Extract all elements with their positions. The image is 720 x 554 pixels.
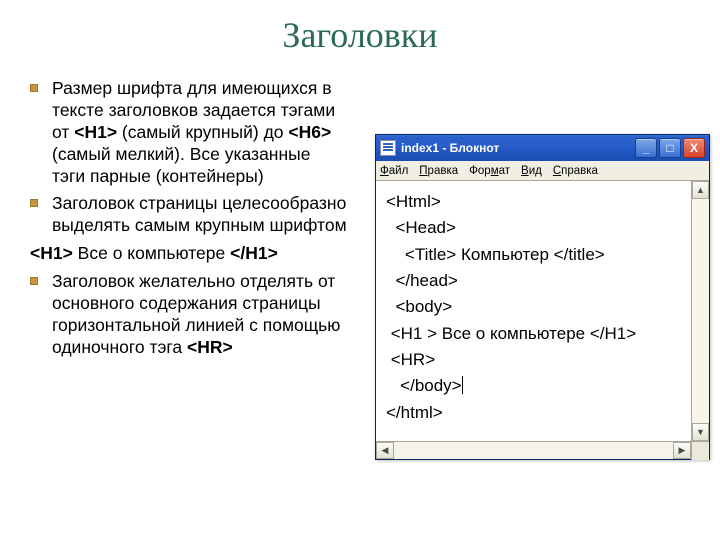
text-area[interactable]: <Html> <Head> <Title> Компьютер </title>… (376, 181, 691, 441)
scroll-track[interactable] (394, 442, 673, 459)
underline: Ф (380, 165, 389, 177)
bullet-list: Размер шрифта для имеющихся в тексте заг… (12, 78, 347, 365)
bullet-icon (30, 277, 38, 285)
window-title: index1 - Блокнот (401, 141, 499, 155)
bullet-icon (30, 199, 38, 207)
scroll-down-button[interactable]: ▼ (692, 423, 709, 441)
slide-title: Заголовки (0, 14, 720, 56)
bullet-text: Заголовок страницы целесообразно выделят… (52, 193, 347, 237)
scroll-up-button[interactable]: ▲ (692, 181, 709, 199)
menubar: Файл Правка Формат Вид Справка (376, 161, 709, 181)
text: (самый мелкий). Все указанные тэги парны… (52, 144, 310, 186)
bullet-icon (30, 84, 38, 92)
code-line: </html> (386, 403, 443, 422)
menu-help[interactable]: Справка (553, 165, 598, 177)
underline: С (553, 165, 561, 177)
code-line: <HR> (386, 350, 435, 369)
menu-label: равка (428, 165, 459, 177)
code-line: <Head> (386, 218, 456, 237)
menu-label: айл (389, 165, 409, 177)
list-item: Размер шрифта для имеющихся в тексте заг… (30, 78, 347, 187)
underline: В (521, 165, 529, 177)
code-line: <body> (386, 297, 452, 316)
scroll-right-button[interactable]: ▶ (673, 442, 691, 459)
menu-edit[interactable]: Правка (419, 165, 458, 177)
text: (самый крупный) до (117, 122, 288, 142)
window-buttons: _ □ X (635, 138, 705, 158)
tag-open: <H1> (30, 243, 73, 263)
underline: П (419, 165, 427, 177)
slide: Заголовки Размер шрифта для имеющихся в … (0, 14, 720, 554)
vertical-scrollbar[interactable]: ▲ ▼ (691, 181, 709, 441)
code-line: </head> (386, 271, 458, 290)
code-line: <Title> Компьютер </title> (386, 245, 605, 264)
titlebar[interactable]: index1 - Блокнот _ □ X (376, 135, 709, 161)
tag-hr: <HR> (187, 337, 233, 357)
maximize-button[interactable]: □ (659, 138, 681, 158)
minimize-button[interactable]: _ (635, 138, 657, 158)
code-line: <Html> (386, 192, 441, 211)
menu-format[interactable]: Формат (469, 165, 510, 177)
close-button[interactable]: X (683, 138, 705, 158)
editor-body: <Html> <Head> <Title> Компьютер </title>… (376, 181, 709, 441)
code-line: </body> (386, 376, 462, 395)
window-frame: index1 - Блокнот _ □ X Файл Правка Форма… (375, 134, 710, 460)
underline: м (491, 165, 499, 177)
horizontal-scrollbar[interactable]: ◀ ▶ (376, 441, 709, 459)
notepad-window: index1 - Блокнот _ □ X Файл Правка Форма… (375, 134, 710, 460)
code-text: Все о компьютере (73, 243, 230, 263)
menu-label: ат (499, 165, 510, 177)
scroll-track[interactable] (692, 199, 709, 423)
tag-close: </H1> (230, 243, 278, 263)
list-item: Заголовок страницы целесообразно выделят… (30, 193, 347, 237)
scroll-left-button[interactable]: ◀ (376, 442, 394, 459)
list-item: Заголовок желательно отделять от основно… (30, 271, 347, 359)
text-cursor (462, 376, 463, 394)
tag-h6: <H6> (288, 122, 331, 142)
menu-file[interactable]: Файл (380, 165, 408, 177)
menu-view[interactable]: Вид (521, 165, 542, 177)
notepad-icon (380, 140, 396, 156)
menu-label: ид (529, 165, 542, 177)
bullet-text: Размер шрифта для имеющихся в тексте заг… (52, 78, 347, 187)
code-line: <H1 > Все о компьютере </H1> (386, 324, 636, 343)
menu-label: правка (561, 165, 598, 177)
bullet-text: Заголовок желательно отделять от основно… (52, 271, 347, 359)
scroll-corner (691, 442, 709, 460)
code-example: <H1> Все о компьютере </H1> (30, 243, 347, 265)
tag-h1: <H1> (74, 122, 117, 142)
